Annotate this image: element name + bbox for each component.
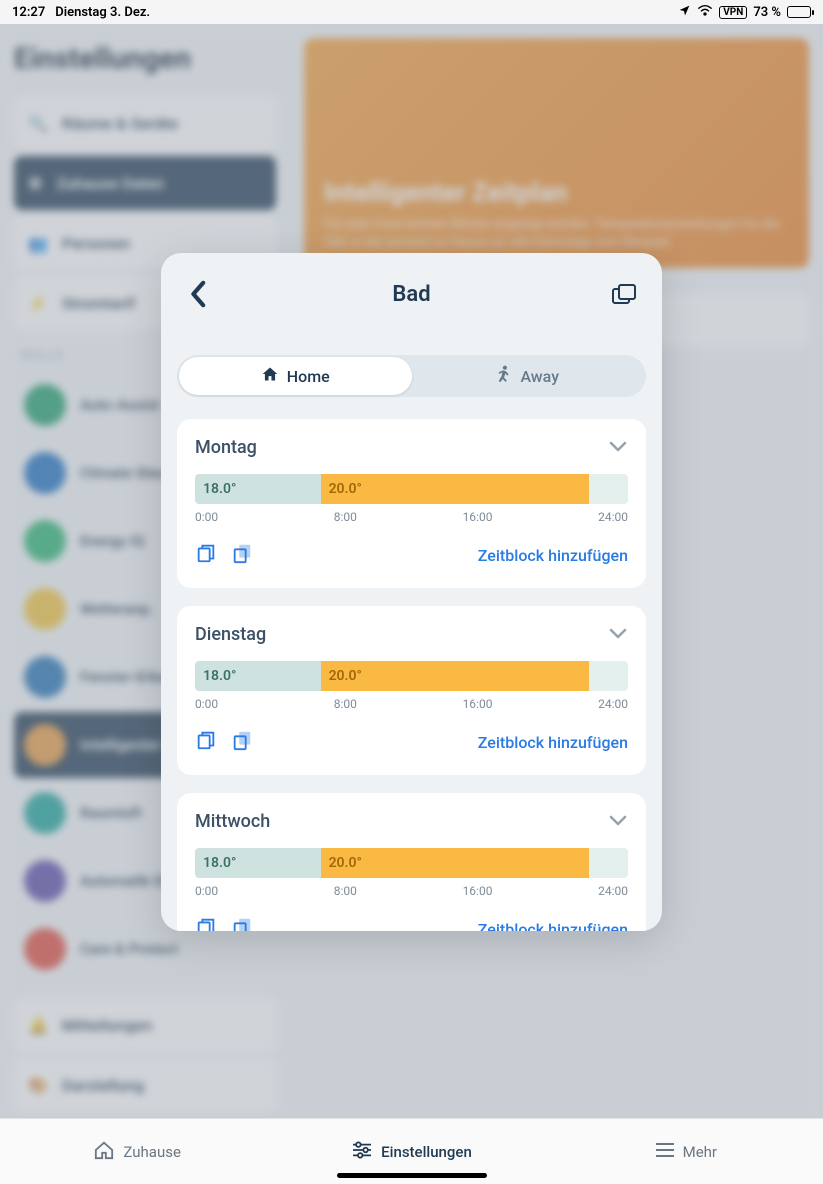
copy-icon[interactable] <box>195 729 217 755</box>
seg-home[interactable]: Home <box>179 357 412 395</box>
paste-icon[interactable] <box>231 729 253 755</box>
battery-percent: 73 % <box>753 5 781 20</box>
seg-away-label: Away <box>520 367 559 386</box>
copy-icon[interactable] <box>195 916 217 931</box>
timeline[interactable]: 18.0°20.0° <box>195 848 628 878</box>
status-time: 12:27 <box>12 5 45 20</box>
day-card: Dienstag 18.0°20.0° 0:008:0016:0024:00 Zeit… <box>177 606 646 775</box>
chevron-down-icon[interactable] <box>608 812 628 831</box>
chevron-down-icon[interactable] <box>608 438 628 457</box>
vpn-badge: VPN <box>719 6 747 19</box>
add-timeblock-link[interactable]: Zeitblock hinzufügen <box>478 546 628 565</box>
paste-icon[interactable] <box>231 916 253 931</box>
time-block[interactable]: 20.0° <box>321 474 589 504</box>
time-block[interactable]: 20.0° <box>321 848 589 878</box>
time-block[interactable]: 18.0° <box>195 661 321 691</box>
location-icon <box>678 4 691 21</box>
status-date: Dienstag 3. Dez. <box>55 5 150 20</box>
time-block[interactable] <box>589 474 628 504</box>
timeline[interactable]: 18.0°20.0° <box>195 661 628 691</box>
day-card: Mittwoch 18.0°20.0° 0:008:0016:0024:00 Zeit… <box>177 793 646 931</box>
time-block[interactable]: 20.0° <box>321 661 589 691</box>
add-timeblock-link[interactable]: Zeitblock hinzufügen <box>478 733 628 752</box>
tab-more[interactable]: Mehr <box>549 1119 823 1184</box>
tab-home[interactable]: Zuhause <box>0 1119 274 1184</box>
home-icon <box>261 366 279 386</box>
time-block[interactable] <box>589 848 628 878</box>
day-name: Dienstag <box>195 624 266 645</box>
timeline[interactable]: 18.0°20.0° <box>195 474 628 504</box>
home-away-toggle: Home Away <box>177 355 646 397</box>
time-block[interactable]: 18.0° <box>195 474 321 504</box>
back-button[interactable] <box>185 280 213 308</box>
day-name: Mittwoch <box>195 811 270 832</box>
home-indicator[interactable] <box>337 1173 487 1178</box>
battery-icon <box>787 6 811 18</box>
day-card: Montag 18.0°20.0° 0:008:0016:0024:00 Zeitbl… <box>177 419 646 588</box>
paste-icon[interactable] <box>231 542 253 568</box>
house-icon <box>93 1140 115 1164</box>
modal-title: Bad <box>213 282 610 307</box>
time-axis: 0:008:0016:0024:00 <box>195 510 628 524</box>
time-block[interactable]: 18.0° <box>195 848 321 878</box>
time-block[interactable] <box>589 661 628 691</box>
chevron-down-icon[interactable] <box>608 625 628 644</box>
copy-icon[interactable] <box>195 542 217 568</box>
day-name: Montag <box>195 437 257 458</box>
time-axis: 0:008:0016:0024:00 <box>195 884 628 898</box>
seg-home-label: Home <box>287 367 330 386</box>
add-timeblock-link[interactable]: Zeitblock hinzufügen <box>478 920 628 932</box>
away-icon <box>496 365 512 387</box>
sliders-icon <box>351 1141 373 1163</box>
status-bar: 12:27 Dienstag 3. Dez. VPN 73 % <box>0 0 823 24</box>
schedule-modal: Bad Home Away Montag18.0°20.0°0:008:0016… <box>161 253 662 931</box>
seg-away[interactable]: Away <box>412 357 645 395</box>
wifi-icon <box>697 4 713 20</box>
time-axis: 0:008:0016:0024:00 <box>195 697 628 711</box>
menu-icon <box>655 1142 675 1162</box>
copy-schedule-button[interactable] <box>610 280 638 308</box>
